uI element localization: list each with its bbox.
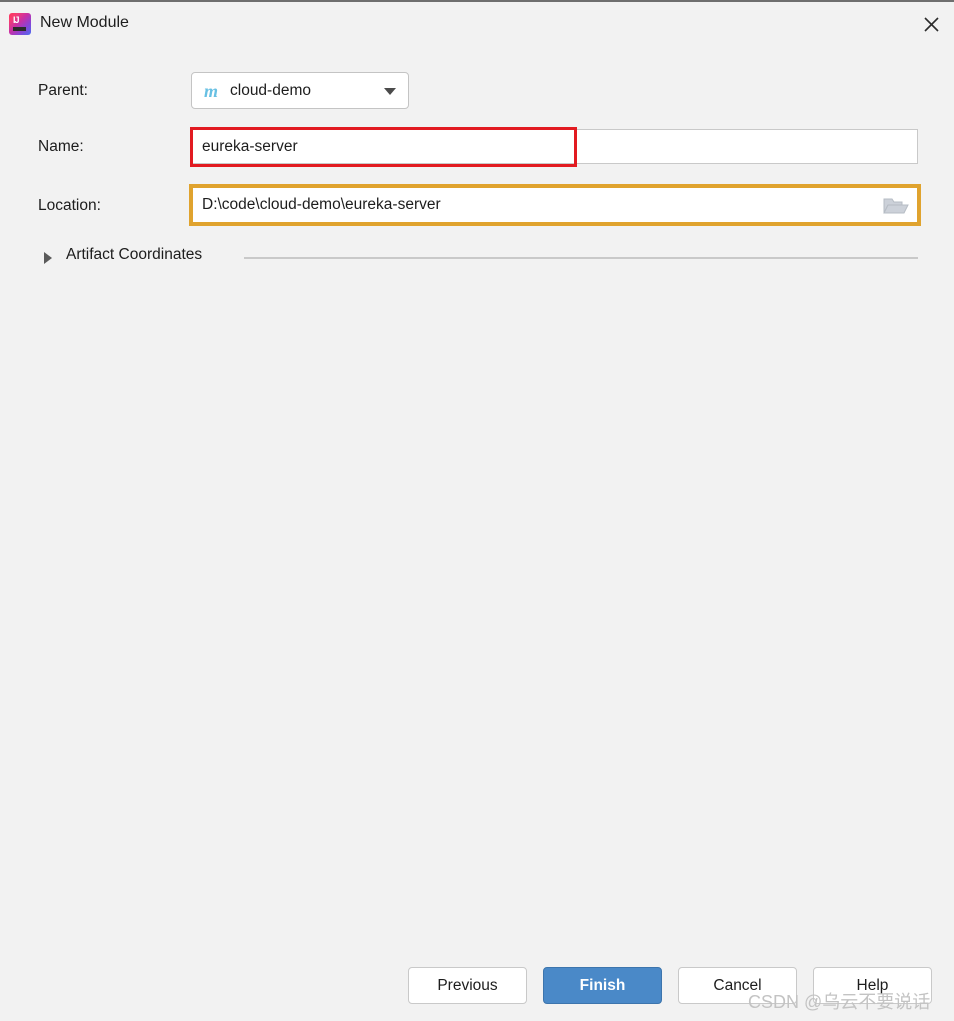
intellij-idea-icon-bar [13,27,26,31]
chevron-right-icon [44,252,52,264]
parent-label: Parent: [38,82,88,99]
intellij-idea-icon-letters: IJ [13,15,19,25]
close-icon [923,16,939,32]
parent-dropdown[interactable]: m cloud-demo [191,72,409,109]
maven-module-icon: m [204,81,219,101]
previous-button[interactable]: Previous [408,967,527,1004]
artifact-coordinates-toggle[interactable]: Artifact Coordinates [44,246,924,269]
cancel-button[interactable]: Cancel [678,967,797,1004]
dialog-title: New Module [40,14,129,31]
chevron-down-icon [384,88,396,95]
parent-dropdown-value: cloud-demo [230,82,311,99]
artifact-coordinates-separator [244,257,918,259]
dialog-titlebar: IJ New Module [0,0,954,45]
name-input[interactable] [191,129,918,164]
location-field [191,187,918,223]
close-button[interactable] [908,2,954,46]
artifact-coordinates-label: Artifact Coordinates [66,246,203,263]
help-button[interactable]: Help [813,967,932,1004]
finish-button[interactable]: Finish [543,967,662,1004]
location-input[interactable] [192,188,872,222]
location-label: Location: [38,197,101,214]
name-label: Name: [38,138,84,155]
folder-open-icon [883,198,909,220]
intellij-idea-icon: IJ [9,13,31,35]
browse-folder-button[interactable] [883,196,909,216]
